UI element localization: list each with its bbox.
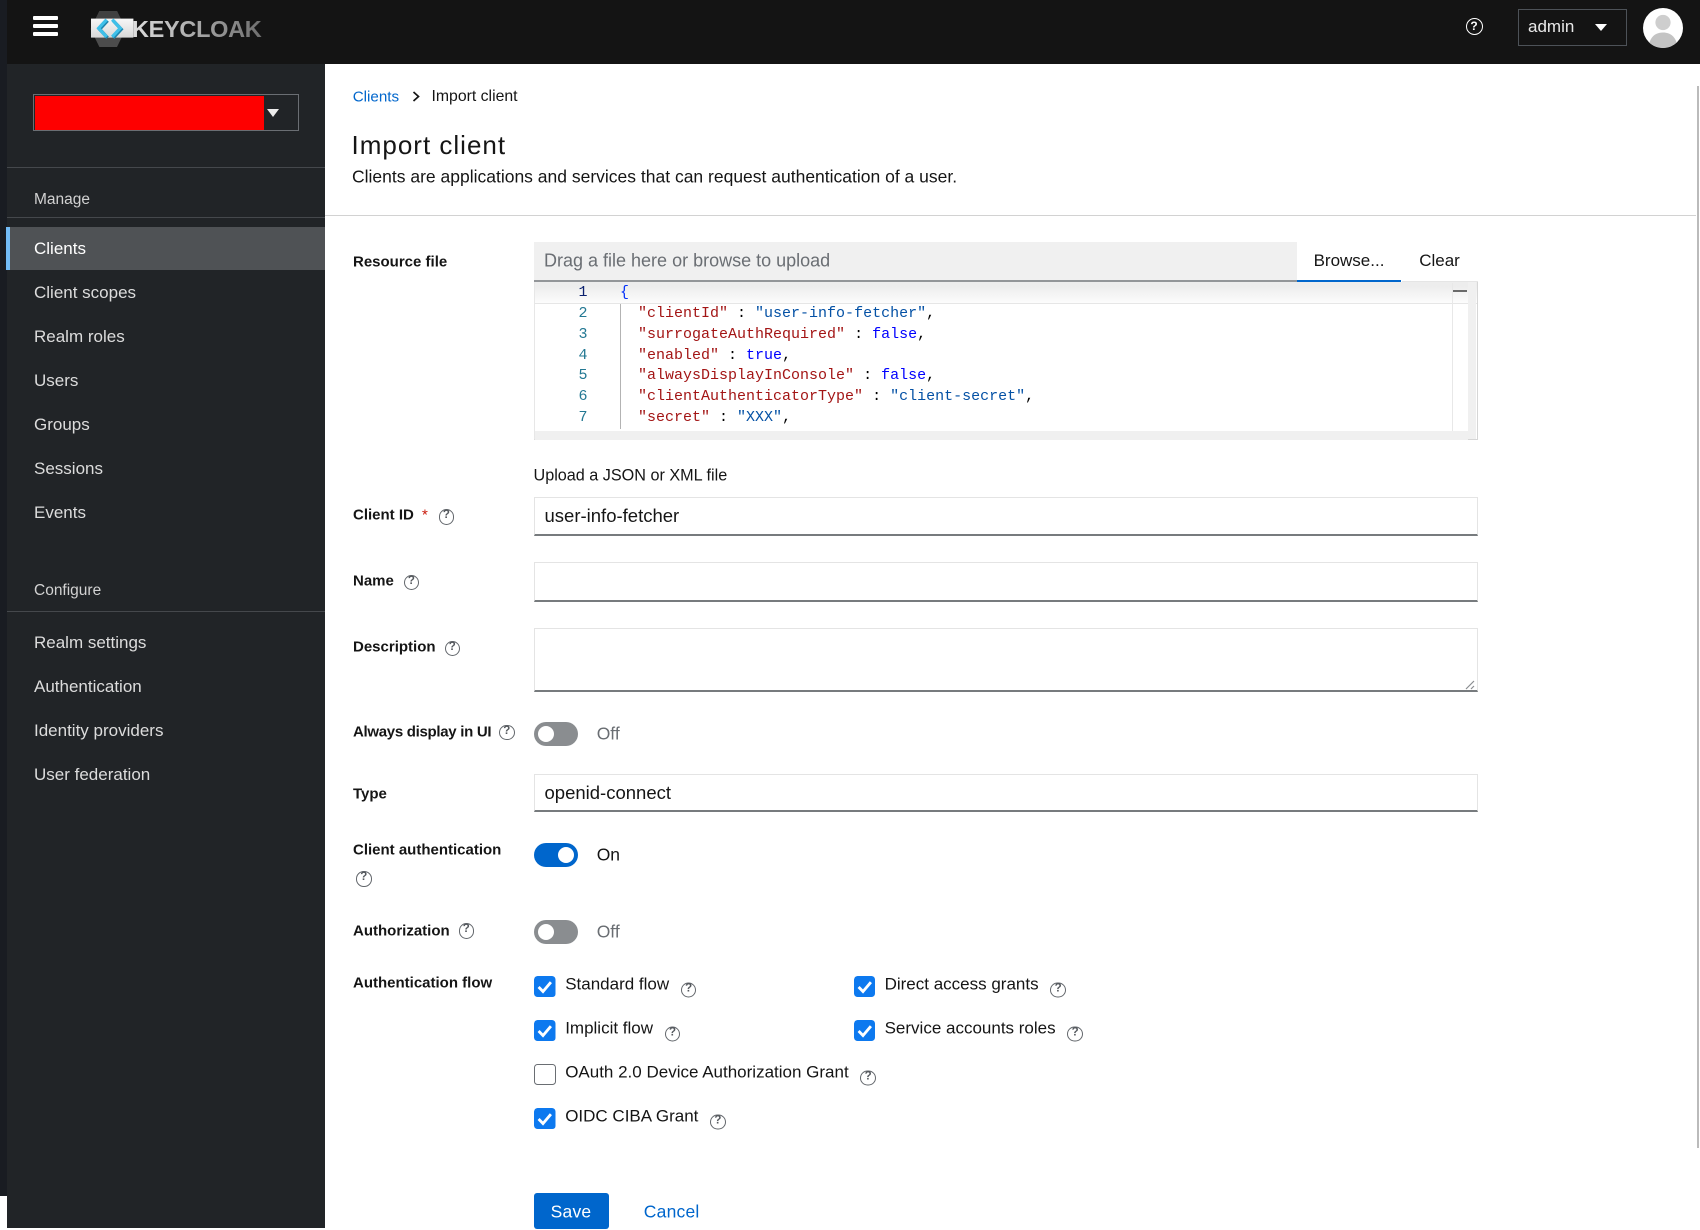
- svg-text:KEYCLOAK: KEYCLOAK: [132, 16, 262, 42]
